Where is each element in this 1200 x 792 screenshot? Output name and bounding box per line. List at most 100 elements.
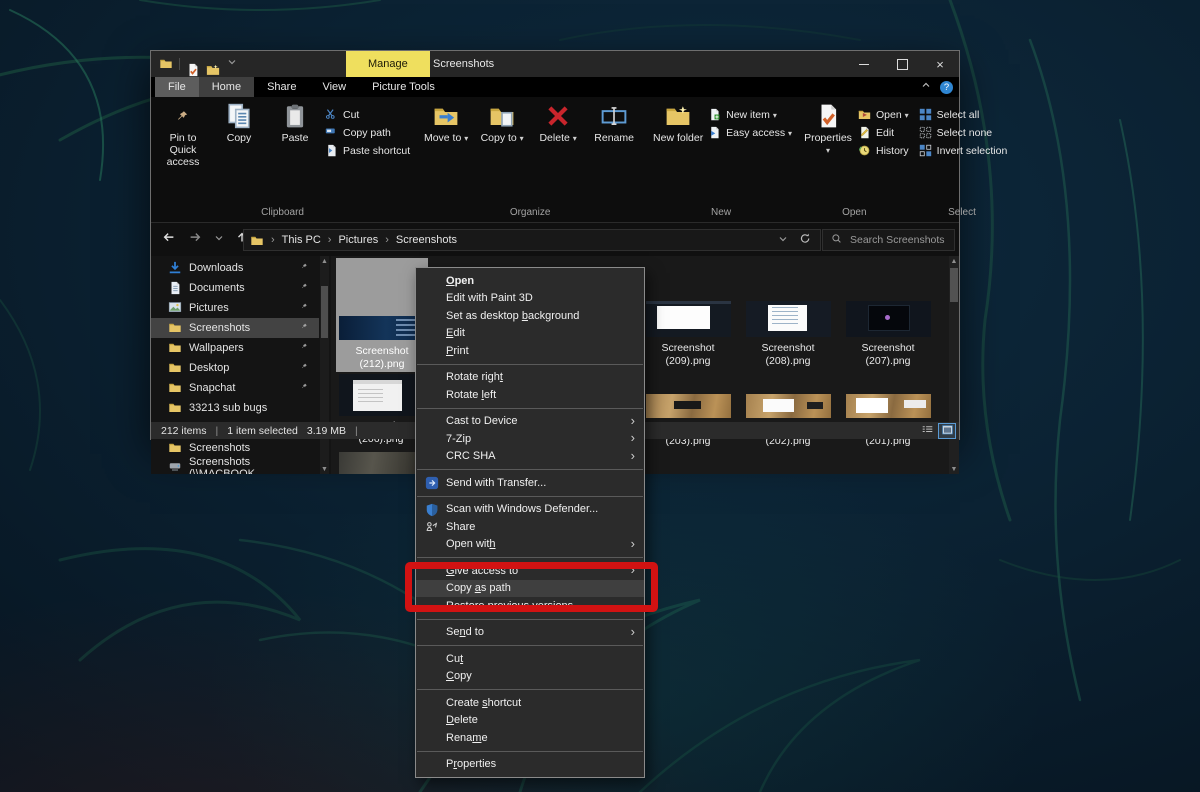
collapse-ribbon-icon[interactable] (920, 78, 932, 96)
menu-item-open[interactable]: Open (416, 272, 644, 290)
chevron-down-icon[interactable] (226, 55, 238, 73)
ribbon-button-edit[interactable]: Edit (858, 125, 909, 140)
ribbon-button-rename[interactable]: Rename (586, 99, 642, 144)
ribbon-button-delete[interactable]: Delete ▾ (530, 99, 586, 145)
menu-item-set-as-desktop-background[interactable]: Set as desktop background (416, 307, 644, 325)
ribbon-button-label: Pin to Quick access (156, 132, 210, 168)
ribbon-button-pin-to-quick-access[interactable]: Pin to Quick access (155, 99, 211, 168)
properties-icon[interactable] (186, 57, 200, 71)
sidebar-item-desktop[interactable]: Desktop (151, 358, 319, 378)
breadcrumb-item-screenshots[interactable]: Screenshots (396, 234, 457, 246)
ribbon-button-select-none[interactable]: Select none (919, 125, 1008, 140)
menu-item-7-zip[interactable]: 7-Zip › (416, 430, 644, 448)
menu-item-cast-to-device[interactable]: Cast to Device › (416, 413, 644, 431)
ribbon-button-cut[interactable]: Cut (325, 107, 410, 122)
breadcrumb-item-pictures[interactable]: Pictures (338, 234, 378, 246)
ribbon-group-organize: Move to ▾ Copy to ▾ Delete ▾ Rename Orga… (414, 97, 646, 222)
ribbon-button-invert-selection[interactable]: Invert selection (919, 143, 1008, 158)
ribbon-button-label: Delete ▾ (539, 132, 576, 145)
menu-item-cut[interactable]: Cut (416, 650, 644, 668)
window-controls: × (845, 51, 959, 77)
ribbon-button-new-item[interactable]: New item ▾ (708, 107, 792, 122)
sidebar-scrollbar[interactable]: ▲ ▼ (320, 256, 329, 474)
menu-item-rename[interactable]: Rename (416, 729, 644, 747)
ribbon-button-label: Paste shortcut (343, 145, 410, 157)
menu-item-rotate-left[interactable]: Rotate left (416, 386, 644, 404)
menu-item-create-shortcut[interactable]: Create shortcut (416, 694, 644, 712)
back-button[interactable] (161, 231, 177, 250)
scroll-down-icon[interactable]: ▼ (949, 464, 959, 474)
manage-contextual-tab[interactable]: Manage (346, 51, 430, 77)
scroll-up-icon[interactable]: ▲ (320, 256, 329, 266)
ribbon-button-copy-path[interactable]: Copy path (325, 125, 410, 140)
minimize-button[interactable] (845, 51, 883, 77)
pin-icon (301, 383, 311, 393)
history-icon (858, 144, 871, 157)
sidebar-item-documents[interactable]: Documents (151, 278, 319, 298)
menu-item-edit[interactable]: Edit (416, 325, 644, 343)
ribbon-button-new-folder[interactable]: New folder (650, 99, 706, 144)
menu-item-copy[interactable]: Copy (416, 668, 644, 686)
file-thumbnail (846, 394, 931, 418)
sidebar-item-33213-sub-bugs[interactable]: 33213 sub bugs (151, 398, 319, 418)
select-all-icon (919, 108, 932, 121)
refresh-icon[interactable] (799, 232, 812, 248)
menu-item-scan-with-windows-defender-[interactable]: Scan with Windows Defender... (416, 501, 644, 519)
menu-item-crc-sha[interactable]: CRC SHA › (416, 448, 644, 466)
ribbon-button-paste-shortcut[interactable]: Paste shortcut (325, 143, 410, 158)
ribbon-tab-share[interactable]: Share (254, 77, 309, 97)
sidebar-item-snapchat[interactable]: Snapchat (151, 378, 319, 398)
forward-button[interactable] (187, 231, 203, 250)
ribbon-tab-home[interactable]: Home (199, 77, 254, 97)
help-icon[interactable]: ? (940, 81, 953, 94)
main-scrollbar[interactable]: ▲ ▼ (949, 256, 959, 474)
ribbon-button-copy[interactable]: Copy (211, 99, 267, 144)
ribbon-button-open[interactable]: Open ▾ (858, 107, 909, 122)
sidebar-item-screenshots-macbook[interactable]: Screenshots (\\MACBOOK (151, 458, 319, 474)
ribbon-button-copy-to[interactable]: Copy to ▾ (474, 99, 530, 145)
close-button[interactable]: × (921, 51, 959, 77)
sidebar-item-screenshots[interactable]: Screenshots (151, 438, 319, 458)
scroll-down-icon[interactable]: ▼ (320, 464, 329, 474)
sidebar-item-downloads[interactable]: Downloads (151, 258, 319, 278)
menu-item-edit-with-paint-3d[interactable]: Edit with Paint 3D (416, 290, 644, 308)
details-view-button[interactable] (919, 424, 935, 438)
menu-item-send-with-transfer-[interactable]: Send with Transfer... (416, 474, 644, 492)
menu-item-share[interactable]: Share (416, 518, 644, 536)
menu-item-send-to[interactable]: Send to › (416, 624, 644, 642)
ribbon-button-paste[interactable]: Paste (267, 99, 323, 144)
ribbon-tab-view[interactable]: View (309, 77, 359, 97)
ribbon-button-history[interactable]: History (858, 143, 909, 158)
menu-item-open-with[interactable]: Open with › (416, 536, 644, 554)
transfer-icon (425, 476, 439, 490)
menu-item-properties[interactable]: Properties (416, 756, 644, 774)
address-dropdown-icon[interactable] (777, 233, 789, 248)
menu-separator (417, 619, 643, 620)
ribbon-button-select-all[interactable]: Select all (919, 107, 1008, 122)
menu-item-print[interactable]: Print (416, 342, 644, 360)
menu-item-delete[interactable]: Delete (416, 712, 644, 730)
sidebar-item-wallpapers[interactable]: Wallpapers (151, 338, 319, 358)
new-folder-icon[interactable] (206, 57, 220, 71)
breadcrumb-item-this-pc[interactable]: This PC (282, 234, 321, 246)
easy-access-icon (708, 126, 721, 139)
recent-locations-icon[interactable] (213, 231, 225, 249)
ribbon-button-properties[interactable]: Properties ▾ (800, 99, 856, 157)
thumbnails-view-button[interactable] (939, 424, 955, 438)
maximize-button[interactable] (883, 51, 921, 77)
sidebar-item-screenshots[interactable]: Screenshots (151, 318, 319, 338)
ribbon-button-easy-access[interactable]: Easy access ▾ (708, 125, 792, 140)
partially-visible-tile[interactable] (339, 452, 424, 474)
address-bar[interactable]: › This PC› Pictures› Screenshots (243, 229, 821, 251)
folder-icon[interactable] (159, 57, 173, 71)
sidebar-scrollbar-thumb[interactable] (321, 286, 328, 338)
menu-separator (417, 751, 643, 752)
scroll-up-icon[interactable]: ▲ (949, 256, 959, 266)
ribbon-tab-file[interactable]: File (155, 77, 199, 97)
ribbon-tab-picture-tools[interactable]: Picture Tools (359, 77, 448, 97)
menu-item-rotate-right[interactable]: Rotate right (416, 369, 644, 387)
search-box[interactable]: Search Screenshots (822, 229, 955, 251)
main-scrollbar-thumb[interactable] (950, 268, 958, 302)
sidebar-item-pictures[interactable]: Pictures (151, 298, 319, 318)
ribbon-button-move-to[interactable]: Move to ▾ (418, 99, 474, 145)
